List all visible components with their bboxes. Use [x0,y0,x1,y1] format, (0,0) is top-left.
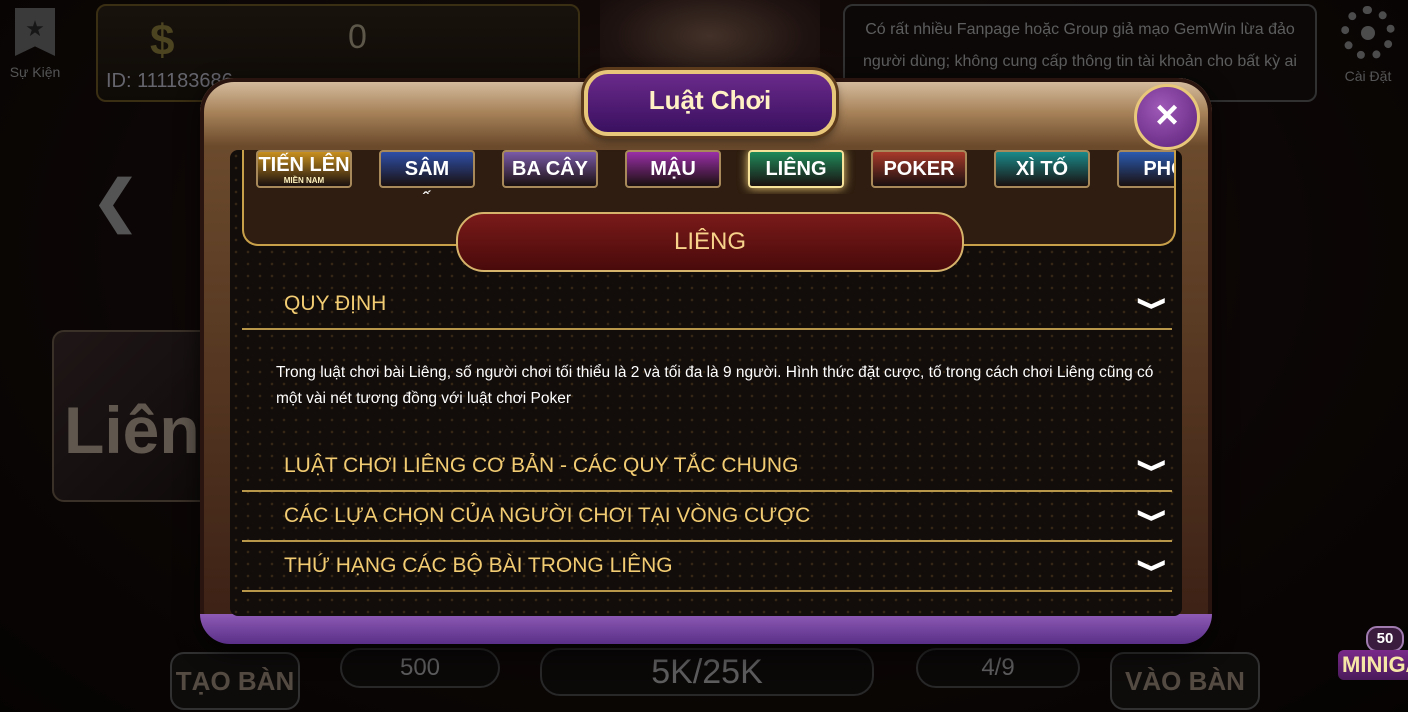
balance-value: 0 [348,18,367,56]
minigame-button[interactable]: 50 MINIGA [1336,624,1408,696]
chevron-down-icon: ❯ [1138,507,1169,524]
rules-accordion: QUY ĐỊNH ❯ Trong luật chơi bài Liêng, số n… [242,280,1172,592]
modal-title-plate: Luật Chơi [584,70,836,136]
game-tab-sublabel: MIỀN NAM [283,176,325,185]
gear-icon [1341,6,1395,60]
chevron-down-icon: ❯ [1138,295,1169,312]
modal-body: TIẾN LÊNMIỀN NAM SÂM LỐC BA CÂY MẬU BINH LIÊ… [230,150,1182,616]
rule-section-body: Trong luật chơi bài Liêng, số người chơi… [276,364,1154,407]
minigame-count-badge: 50 [1366,626,1404,652]
rule-section-header[interactable]: THỨ HẠNG CÁC BỘ BÀI TRONG LIÊNG ❯ [242,542,1172,592]
rule-section-title: LUẬT CHƠI LIÊNG CƠ BẢN - CÁC QUY TẮC CHU… [284,454,799,477]
game-tab-label: MẬU BINH [649,158,698,194]
join-table-button[interactable]: VÀO BÀN [1110,652,1260,710]
rule-section-header[interactable]: QUY ĐỊNH ❯ [242,280,1172,330]
game-tab-label: PHỎ [1143,158,1174,180]
game-tab[interactable]: POKER [871,150,967,188]
rule-section-title: THỨ HẠNG CÁC BỘ BÀI TRONG LIÊNG [284,554,673,577]
game-tab[interactable]: XÌ TỐ [994,150,1090,188]
settings-button[interactable]: Cài Đặt [1328,0,1408,95]
event-label: Sự Kiện [9,64,61,80]
game-tab[interactable]: PHỎ [1117,150,1174,188]
game-tab-label: TIẾN LÊN [258,154,350,176]
game-tab-label: BA CÂY [512,158,588,180]
game-tab-label: POKER [883,158,955,180]
close-icon: × [1155,93,1179,137]
rule-section-title: CÁC LỰA CHỌN CỦA NGƯỜI CHƠI TẠI VÒNG CƯỢ… [284,504,811,527]
game-tab[interactable]: TIẾN LÊN MIỀN NAM [256,150,352,188]
min-bet-value: 500 [340,648,500,688]
event-star-icon: ★ [15,8,55,56]
game-tab-label: SÂM LỐC [404,158,450,194]
game-tabs: TIẾN LÊNMIỀN NAM SÂM LỐC BA CÂY MẬU BINH LIÊ… [256,150,1174,194]
game-tab-label: LIÊNG [765,158,827,180]
rule-section-title: QUY ĐỊNH [284,292,387,315]
chevron-left-icon[interactable]: ❮ [92,168,139,234]
game-tab[interactable]: MẬU BINH [625,150,721,194]
rule-section-header[interactable]: CÁC LỰA CHỌN CỦA NGƯỜI CHƠI TẠI VÒNG CƯỢ… [242,492,1172,542]
close-button[interactable]: × [1134,84,1200,150]
game-tab[interactable]: BA CÂY [502,150,598,188]
event-button[interactable]: ★ Sự Kiện [0,0,70,95]
modal-title: Luật Chơi [648,85,772,115]
settings-label: Cài Đặt [1344,68,1392,84]
game-tab-label: XÌ TỐ [1015,158,1069,180]
bottom-bar: TẠO BÀN 500 5K/25K 4/9 VÀO BÀN [0,640,1408,712]
chevron-down-icon: ❯ [1138,557,1169,574]
chevron-down-icon: ❯ [1138,457,1169,474]
game-tab[interactable]: SÂM LỐC [379,150,475,194]
rules-modal: Luật Chơi × TIẾN LÊNMIỀN NAM SÂM LỐC BA CÂ… [200,70,1212,644]
selected-game-title: LIÊNG [456,212,964,272]
rule-section-header[interactable]: LUẬT CHƠI LIÊNG CƠ BẢN - CÁC QUY TẮC CHU… [242,442,1172,492]
minigame-label: MINIGA [1338,650,1408,680]
players-count: 4/9 [916,648,1080,688]
stakes-value: 5K/25K [540,648,874,696]
dollar-icon: $ [150,16,175,65]
create-table-button[interactable]: TẠO BÀN [170,652,300,710]
game-tab[interactable]: LIÊNG [748,150,844,188]
